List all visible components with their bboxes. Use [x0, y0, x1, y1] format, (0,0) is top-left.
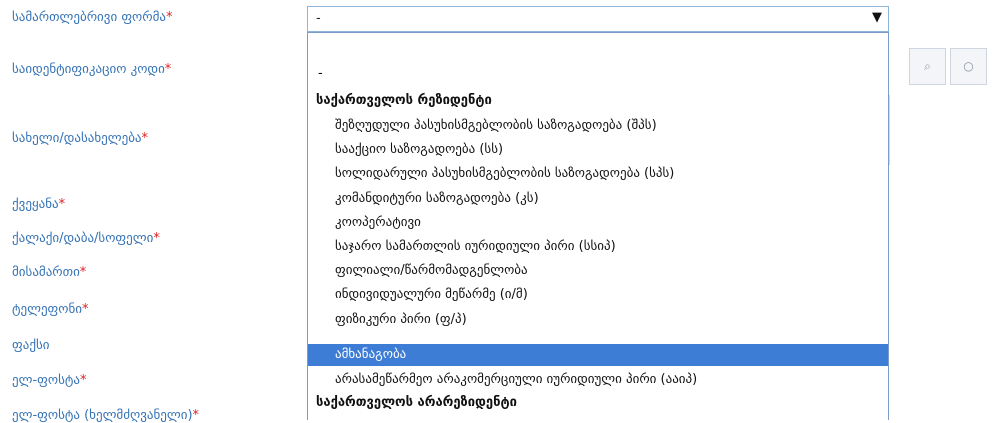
label-fax: ფაქსი	[12, 338, 50, 353]
label-phone: ტელეფონი*	[12, 302, 89, 317]
optgroup-resident: საქართველოს რეზიდენტი	[316, 93, 492, 108]
label-email-manager: ელ-ფოსტა (ხელმძღვანელი)*	[12, 408, 200, 423]
clear-button[interactable]: ○	[950, 48, 987, 85]
chevron-down-icon[interactable]: ▼	[872, 10, 882, 25]
option-item[interactable]: ფილიალი/წარმომადგენლობა	[308, 260, 888, 282]
legal-form-dropdown[interactable]: - საქართველოს რეზიდენტი შეზღუდული პასუხი…	[307, 32, 889, 420]
option-item[interactable]: ფიზიკური პირი (ფ/პ)	[308, 309, 888, 331]
option-item[interactable]: არასამეწარმეო არაკომერციული იურიდიული პი…	[308, 369, 888, 391]
option-item[interactable]: ინდივიდუალური მეწარმე (ი/მ)	[308, 284, 888, 306]
option-item[interactable]: სააქციო საზოგადოება (სს)	[308, 139, 888, 161]
label-legal-form: სამართლებრივი ფორმა*	[12, 10, 173, 25]
option-empty[interactable]: -	[308, 63, 888, 85]
legal-form-select[interactable]: - ▼	[307, 6, 889, 32]
optgroup-nonresident: საქართველოს არარეზიდენტი	[316, 395, 517, 410]
option-item[interactable]: კოოპერატივი	[308, 212, 888, 234]
option-item[interactable]: შეზღუდული პასუხისმგებლობის საზოგადოება (…	[308, 115, 888, 137]
search-icon: ⌕	[924, 59, 931, 73]
label-address: მისამართი*	[12, 265, 87, 280]
selected-value: -	[316, 11, 321, 26]
option-item[interactable]: საჯარო სამართლის იურიდიული პირი (სსიპ)	[308, 236, 888, 258]
option-item[interactable]: კომანდიტური საზოგადოება (კს)	[308, 188, 888, 210]
label-city: ქალაქი/დაბა/სოფელი*	[12, 231, 160, 246]
label-name: სახელი/დასახელება*	[12, 131, 149, 146]
circle-icon: ○	[963, 59, 974, 73]
label-identification-code: საიდენტიფიკაციო კოდი*	[12, 62, 172, 77]
label-email: ელ-ფოსტა*	[12, 373, 87, 388]
option-item-selected[interactable]: ამხანაგობა	[308, 344, 888, 366]
option-item[interactable]: სოლიდარული პასუხისმგებლობის საზოგადოება …	[308, 163, 888, 185]
search-button[interactable]: ⌕	[909, 48, 946, 85]
label-country: ქვეყანა*	[12, 197, 66, 212]
